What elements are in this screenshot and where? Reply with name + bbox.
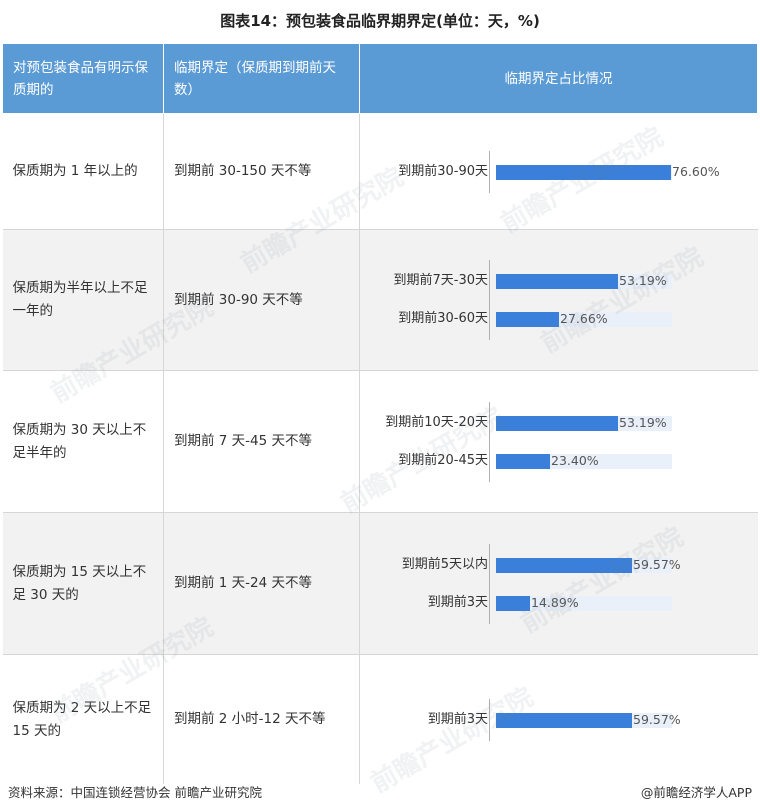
bar-value-label: 59.57% [633, 712, 681, 727]
table-row: 保质期为 30 天以上不足半年的 到期前 7 天-45 天不等 到期前10天-20天… [2, 370, 758, 513]
bar-group: 到期前10天-20天 53.19% 到期前20-45天 23.40% [360, 371, 758, 512]
header-share: 临期界定占比情况 [359, 43, 758, 114]
near-expiry-range-cell: 到期前 1 天-24 天不等 [163, 512, 360, 655]
bar-group: 到期前5天以内 59.57% 到期前3天 14.89% [360, 513, 758, 654]
bar-row: 到期前7天-30天 53.19% [360, 272, 750, 290]
bar-value-label: 27.66% [560, 311, 608, 326]
table-row: 保质期为半年以上不足一年的 到期前 30-90 天不等 到期前7天-30天 53.19… [2, 229, 758, 371]
table-row: 保质期为 15 天以上不足 30 天的 到期前 1 天-24 天不等 到期前5天以内… [2, 512, 758, 655]
table-row: 保质期为 1 年以上的 到期前 30-150 天不等 到期前30-90天 76.60% [2, 113, 758, 230]
bar-row: 到期前5天以内 59.57% [360, 556, 750, 574]
bar-value-label: 53.19% [619, 273, 667, 288]
bar-label: 到期前30-60天 [398, 311, 488, 326]
bar-value-label: 14.89% [531, 595, 579, 610]
bar-fill [496, 558, 632, 573]
bar-fill [496, 596, 530, 611]
near-expiry-range-cell: 到期前 30-90 天不等 [163, 229, 360, 371]
bar-fill [496, 416, 618, 431]
near-expiry-range-cell: 到期前 2 小时-12 天不等 [163, 654, 360, 784]
bar-row: 到期前20-45天 23.40% [360, 452, 750, 470]
bar-group: 到期前30-90天 76.60% [360, 114, 758, 229]
bar-label: 到期前10天-20天 [385, 415, 488, 430]
bar-fill [496, 312, 559, 327]
share-bars-cell: 到期前7天-30天 53.19% 到期前30-60天 27.66% [359, 229, 758, 371]
bar-row: 到期前30-60天 27.66% [360, 310, 750, 328]
bar-group: 到期前3天 59.57% [360, 655, 758, 784]
bar-track [496, 596, 672, 611]
bar-value-label: 76.60% [672, 164, 720, 179]
bar-label: 到期前7天-30天 [393, 273, 488, 288]
bar-label: 到期前5天以内 [401, 557, 488, 572]
bar-row: 到期前3天 14.89% [360, 594, 750, 612]
shelf-life-cell: 保质期为 15 天以上不足 30 天的 [2, 512, 164, 655]
bar-row: 到期前10天-20天 53.19% [360, 414, 750, 432]
header-near-expiry-range: 临期界定（保质期到期前天数） [163, 43, 360, 114]
bar-track [496, 165, 672, 180]
brand-note: @前瞻经济学人APP [640, 785, 752, 800]
bar-fill [496, 165, 671, 180]
share-bars-cell: 到期前10天-20天 53.19% 到期前20-45天 23.40% [359, 370, 758, 513]
share-bars-cell: 到期前5天以内 59.57% 到期前3天 14.89% [359, 512, 758, 655]
share-bars-cell: 到期前3天 59.57% [359, 654, 758, 784]
bar-fill [496, 713, 632, 728]
bar-fill [496, 274, 618, 289]
share-bars-cell: 到期前30-90天 76.60% [359, 113, 758, 230]
bar-value-label: 23.40% [551, 453, 599, 468]
table-header-row: 对预包装食品有明示保质期的 临期界定（保质期到期前天数） 临期界定占比情况 [2, 43, 758, 114]
near-expiry-range-cell: 到期前 7 天-45 天不等 [163, 370, 360, 513]
bar-label: 到期前3天 [427, 712, 488, 727]
bar-fill [496, 454, 550, 469]
chart-title: 图表14：预包装食品临界期界定(单位：天，%) [220, 12, 540, 30]
bar-value-label: 53.19% [619, 415, 667, 430]
table-row: 保质期为 2 天以上不足 15 天的 到期前 2 小时-12 天不等 到期前3天 59… [2, 654, 758, 784]
bar-value-label: 59.57% [633, 557, 681, 572]
header-shelf-life: 对预包装食品有明示保质期的 [2, 43, 164, 114]
source-note: 资料来源：中国连锁经营协会 前瞻产业研究院 [8, 785, 262, 800]
bar-row: 到期前3天 59.57% [360, 711, 750, 729]
shelf-life-cell: 保质期为 1 年以上的 [2, 113, 164, 230]
bar-row: 到期前30-90天 76.60% [360, 163, 750, 181]
near-expiry-range-cell: 到期前 30-150 天不等 [163, 113, 360, 230]
criteria-table: 对预包装食品有明示保质期的 临期界定（保质期到期前天数） 临期界定占比情况 保质… [2, 43, 758, 784]
bar-group: 到期前7天-30天 53.19% 到期前30-60天 27.66% [360, 230, 758, 370]
bar-label: 到期前3天 [427, 595, 488, 610]
shelf-life-cell: 保质期为 30 天以上不足半年的 [2, 370, 164, 513]
shelf-life-cell: 保质期为 2 天以上不足 15 天的 [2, 654, 164, 784]
shelf-life-cell: 保质期为半年以上不足一年的 [2, 229, 164, 371]
bar-label: 到期前30-90天 [398, 164, 488, 179]
bar-label: 到期前20-45天 [398, 453, 488, 468]
